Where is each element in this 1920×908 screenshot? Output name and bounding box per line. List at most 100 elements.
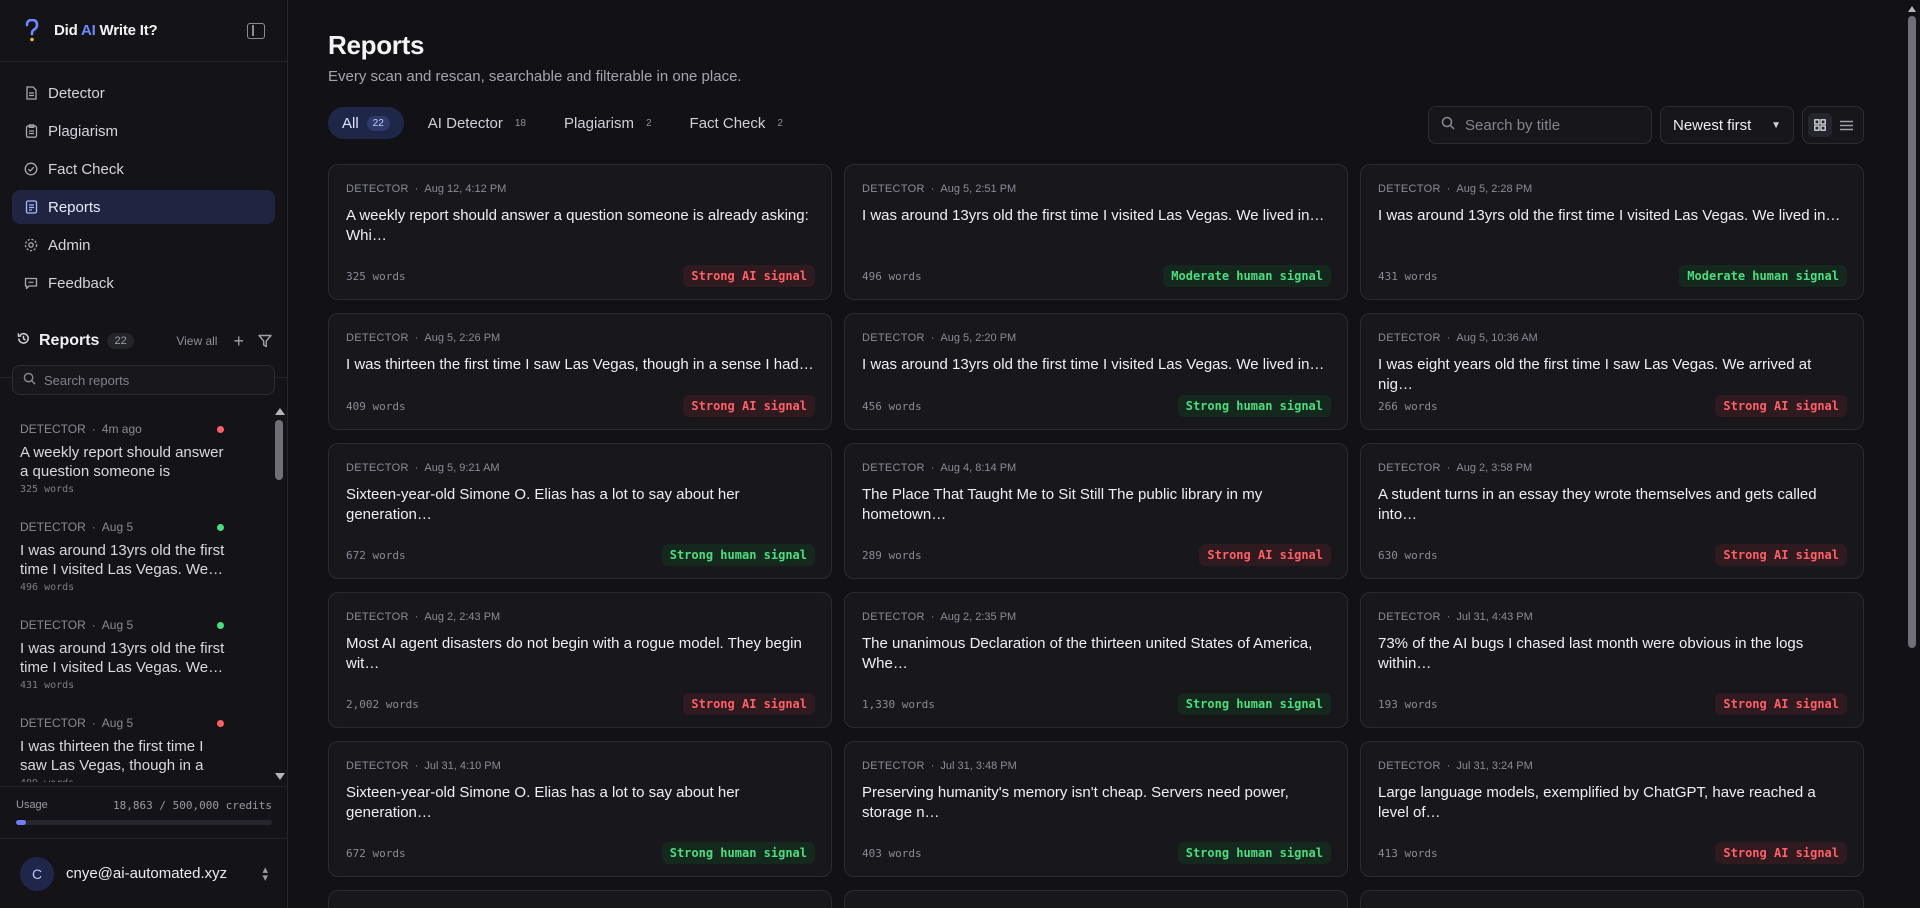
word-count: 496 words: [20, 582, 75, 593]
report-excerpt: I was thirteen the first time I saw Las …: [20, 738, 204, 774]
word-count: 672 words: [346, 549, 406, 562]
report-excerpt: I was around 13yrs old the first time I …: [20, 640, 225, 676]
nav-item-label: Fact Check: [48, 160, 124, 178]
grid-view-icon[interactable]: [1808, 113, 1832, 137]
status-dot: [217, 720, 224, 727]
logo-icon: [22, 17, 42, 45]
report-card[interactable]: [1360, 890, 1864, 908]
report-card[interactable]: DETECTOR · Aug 4, 8:14 PM The Place That Ta…: [844, 443, 1348, 579]
report-card[interactable]: DETECTOR · Aug 2, 2:43 PM Most AI agent dis…: [328, 592, 832, 728]
tab-label: AI Detector: [427, 114, 503, 132]
report-card[interactable]: [844, 890, 1348, 908]
sidebar-report-item[interactable]: DETECTOR · 4m ago A weekly report should an…: [0, 404, 272, 502]
search-placeholder: Search by title: [1465, 116, 1561, 134]
page-scrollbar[interactable]: [1904, 0, 1920, 908]
scroll-up-icon[interactable]: [275, 408, 285, 415]
sidebar-scrollbar[interactable]: [272, 404, 286, 782]
sidebar-search-input[interactable]: Search reports: [12, 365, 275, 395]
account-switcher[interactable]: C cnye@ai-automated.xyz ▴ ▾: [0, 838, 288, 908]
card-meta: DETECTOR · Aug 2, 3:58 PM: [1378, 462, 1533, 474]
tab-ai-detector[interactable]: AI Detector 18: [414, 107, 540, 139]
report-card[interactable]: DETECTOR · Jul 31, 3:24 PM Large language m…: [1360, 741, 1864, 877]
sidebar-collapse-icon[interactable]: [247, 22, 265, 39]
report-card[interactable]: DETECTOR · Aug 5, 2:28 PM I was around 13yr…: [1360, 164, 1864, 300]
card-meta: DETECTOR · Aug 2, 2:43 PM: [346, 611, 501, 623]
page-subtitle: Every scan and rescan, searchable and fi…: [328, 68, 742, 85]
report-card[interactable]: DETECTOR · Jul 31, 3:48 PM Preserving human…: [844, 741, 1348, 877]
sidebar-report-item[interactable]: DETECTOR · Aug 5I was around 13yrs old the…: [0, 600, 272, 698]
word-count: 409 words: [20, 778, 252, 782]
word-count: 325 words: [20, 484, 75, 495]
signal-badge: Strong AI signal: [1715, 693, 1847, 715]
word-count: 193 words: [1378, 698, 1438, 711]
card-meta: DETECTOR · Jul 31, 4:43 PM: [1378, 611, 1533, 623]
report-card[interactable]: DETECTOR · Jul 31, 4:10 PM Sixteen-year-old…: [328, 741, 832, 877]
filter-icon[interactable]: [258, 334, 272, 348]
tab-count: 2: [777, 117, 783, 129]
signal-badge: Strong AI signal: [1199, 544, 1331, 566]
search-input[interactable]: Search by title: [1428, 106, 1652, 144]
add-report-icon[interactable]: +: [233, 331, 244, 352]
report-card[interactable]: DETECTOR · Aug 5, 9:21 AM Sixteen-year-old …: [328, 443, 832, 579]
card-title: The unanimous Declaration of the thirtee…: [862, 635, 1313, 672]
scroll-down-icon[interactable]: [275, 773, 285, 780]
nav-item-label: Plagiarism: [48, 122, 119, 140]
list-view-icon[interactable]: [1834, 113, 1858, 137]
report-card[interactable]: DETECTOR · Aug 2, 3:58 PM A student turns i…: [1360, 443, 1864, 579]
report-card[interactable]: [328, 890, 832, 908]
nav-item-fact-check[interactable]: Fact Check: [12, 152, 275, 186]
nav-item-detector[interactable]: Detector: [12, 76, 275, 110]
card-title: Sixteen-year-old Simone O. Elias has a l…: [346, 486, 740, 523]
scrollbar-thumb[interactable]: [275, 420, 283, 480]
card-title: I was around 13yrs old the first time I …: [862, 356, 1325, 373]
nav-item-feedback[interactable]: Feedback: [12, 266, 275, 300]
nav-item-label: Detector: [48, 84, 105, 102]
page-scrollbar-thumb[interactable]: [1908, 16, 1916, 648]
sort-select[interactable]: Newest first ▼: [1660, 106, 1794, 144]
sidebar-report-item[interactable]: DETECTOR · Aug 5I was around 13yrs old the…: [0, 502, 272, 600]
chat-icon: [24, 276, 38, 290]
chevron-updown-icon: ▴ ▾: [262, 863, 268, 884]
tab-count: 2: [645, 117, 652, 129]
page-title: Reports: [328, 30, 425, 60]
signal-badge: Strong human signal: [1177, 395, 1331, 417]
report-card[interactable]: DETECTOR · Aug 5, 2:51 PM I was around 13yr…: [844, 164, 1348, 300]
nav-item-reports[interactable]: Reports: [12, 190, 275, 224]
tab-fact-check[interactable]: Fact Check 2: [676, 107, 797, 139]
nav-item-label: Feedback: [48, 274, 114, 292]
tab-plagiarism[interactable]: Plagiarism 2: [550, 107, 666, 139]
sidebar-reports-count: 22: [107, 333, 134, 349]
report-card[interactable]: DETECTOR · Aug 5, 2:26 PM I was thirteen th…: [328, 313, 832, 430]
card-meta: DETECTOR · Aug 5, 2:28 PM: [1378, 183, 1533, 195]
check-circle-icon: [24, 162, 38, 176]
tab-all[interactable]: All 22: [328, 107, 404, 139]
word-count: 672 words: [346, 847, 406, 860]
signal-badge: Strong human signal: [661, 544, 815, 566]
card-title: A weekly report should answer a question…: [346, 207, 809, 244]
nav-item-plagiarism[interactable]: Plagiarism: [12, 114, 275, 148]
tab-count: 22: [366, 115, 390, 131]
search-icon: [23, 372, 36, 388]
sidebar-reports-title: Reports: [39, 332, 100, 349]
report-card[interactable]: DETECTOR · Jul 31, 4:43 PM 73% of the AI bu…: [1360, 592, 1864, 728]
word-count: 413 words: [1378, 847, 1438, 860]
nav-item-admin[interactable]: Admin: [12, 228, 275, 262]
report-excerpt: I was around 13yrs old the first time I …: [20, 542, 225, 578]
signal-badge: Strong AI signal: [1715, 842, 1847, 864]
report-card[interactable]: DETECTOR · Aug 2, 2:35 PM The unanimous Dec…: [844, 592, 1348, 728]
report-card[interactable]: DETECTOR · Aug 5, 2:20 PM I was around 13yr…: [844, 313, 1348, 430]
report-card[interactable]: DETECTOR · Aug 5, 10:36 AM I was eight year…: [1360, 313, 1864, 430]
status-dot: [217, 524, 224, 531]
sidebar-report-item[interactable]: DETECTOR · Aug 5I was thirteen the first t…: [0, 698, 272, 782]
card-meta: DETECTOR · Aug 5, 9:21 AM: [346, 462, 500, 474]
signal-badge: Moderate human signal: [1679, 265, 1847, 287]
word-count: 431 words: [20, 680, 75, 691]
scroll-up-icon[interactable]: [1908, 6, 1916, 12]
card-title: Sixteen-year-old Simone O. Elias has a l…: [346, 784, 740, 821]
card-title: The Place That Taught Me to Sit Still Th…: [862, 486, 1263, 523]
usage-panel: Usage 18,863 / 500,000 credits: [0, 786, 288, 838]
word-count: 403 words: [862, 847, 922, 860]
report-card[interactable]: DETECTOR · Aug 12, 4:12 PM A weekly report …: [328, 164, 832, 300]
history-icon: [16, 331, 31, 351]
view-all-link[interactable]: View all: [176, 334, 217, 348]
